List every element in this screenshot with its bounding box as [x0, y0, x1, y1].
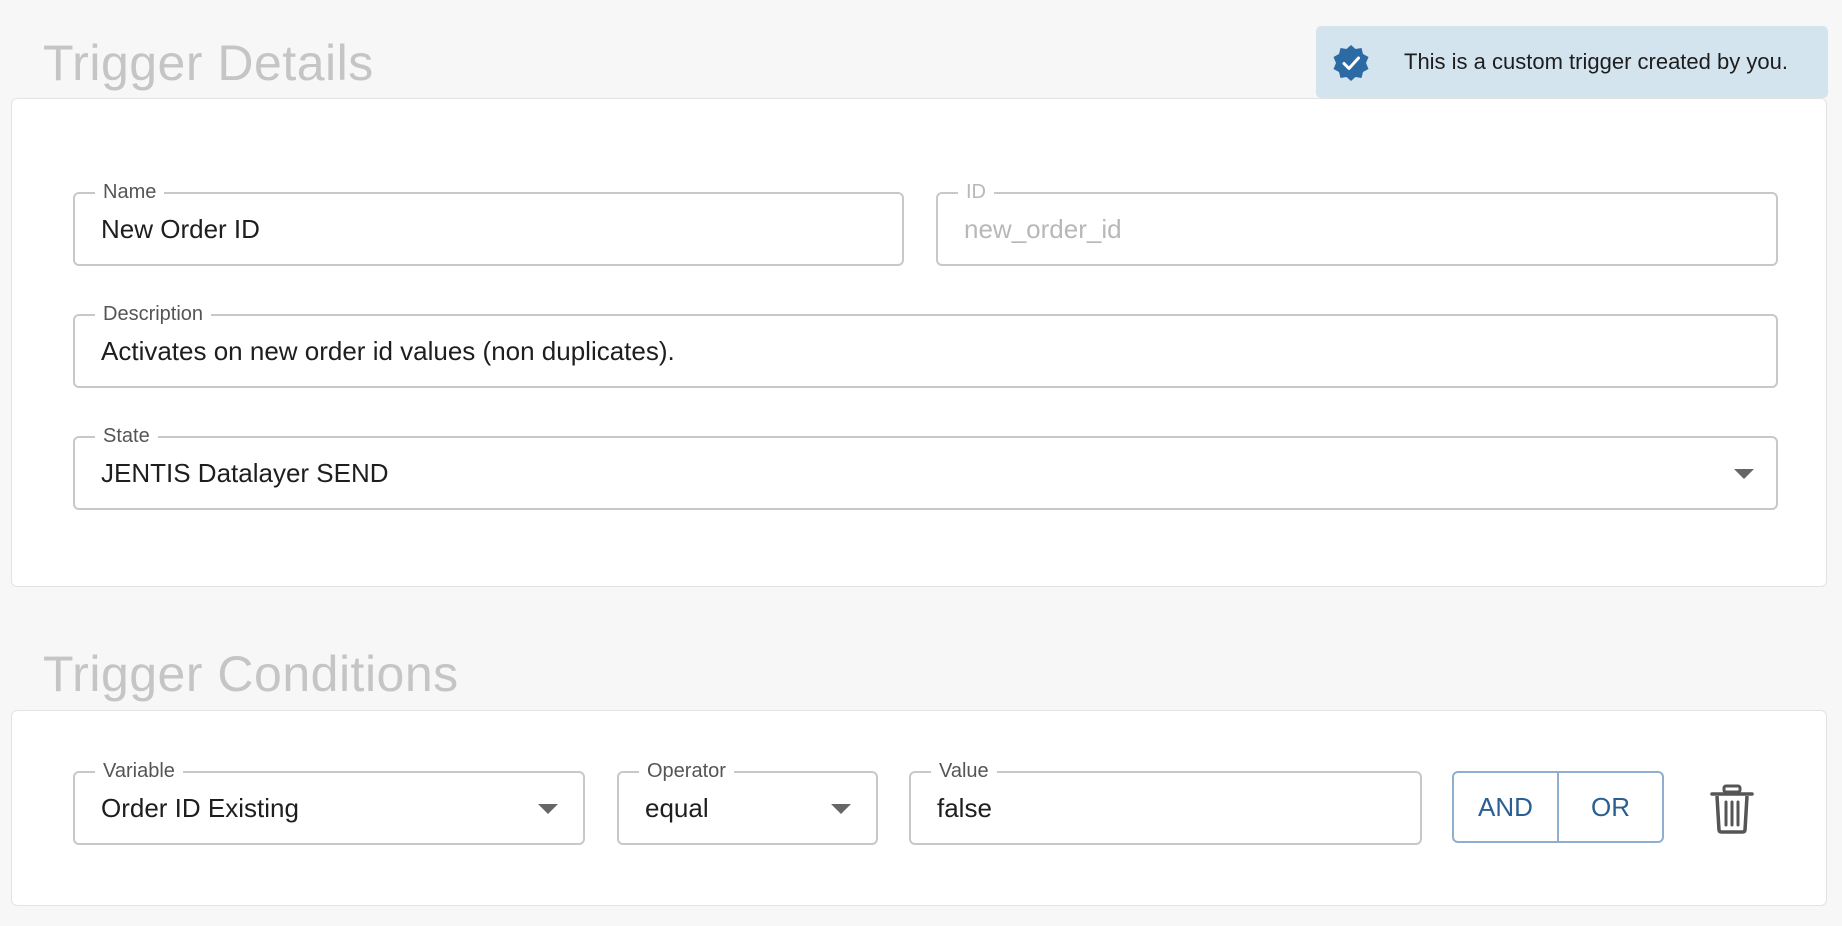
- operator-value: equal: [645, 793, 709, 823]
- trash-icon[interactable]: [1710, 784, 1754, 834]
- operator-select[interactable]: Operator equal: [617, 759, 878, 845]
- and-button[interactable]: AND: [1454, 773, 1557, 841]
- chevron-down-icon: [1734, 469, 1754, 479]
- state-select[interactable]: State JENTIS Datalayer SEND: [73, 424, 1778, 510]
- chevron-down-icon: [538, 804, 558, 814]
- value-value: false: [937, 793, 992, 823]
- logic-toggle-group: AND OR: [1452, 771, 1664, 843]
- name-field[interactable]: Name New Order ID: [73, 180, 904, 266]
- trigger-conditions-title: Trigger Conditions: [43, 646, 459, 702]
- trigger-details-title: Trigger Details: [43, 35, 374, 91]
- custom-trigger-notice: This is a custom trigger created by you.: [1316, 26, 1828, 98]
- custom-trigger-message: This is a custom trigger created by you.: [1404, 49, 1788, 74]
- description-value: Activates on new order id values (non du…: [101, 336, 675, 366]
- id-field: ID new_order_id: [936, 180, 1778, 266]
- check-badge-icon: [1333, 45, 1369, 81]
- name-value: New Order ID: [101, 214, 260, 244]
- chevron-down-icon: [831, 804, 851, 814]
- state-value: JENTIS Datalayer SEND: [101, 458, 389, 488]
- value-field[interactable]: Value false: [909, 759, 1422, 845]
- trigger-details-card: Name New Order ID ID new_order_id Descri…: [11, 98, 1827, 587]
- or-button[interactable]: OR: [1557, 773, 1662, 841]
- id-value: new_order_id: [964, 214, 1122, 244]
- description-field[interactable]: Description Activates on new order id va…: [73, 302, 1778, 388]
- variable-value: Order ID Existing: [101, 793, 299, 823]
- variable-select[interactable]: Variable Order ID Existing: [73, 759, 585, 845]
